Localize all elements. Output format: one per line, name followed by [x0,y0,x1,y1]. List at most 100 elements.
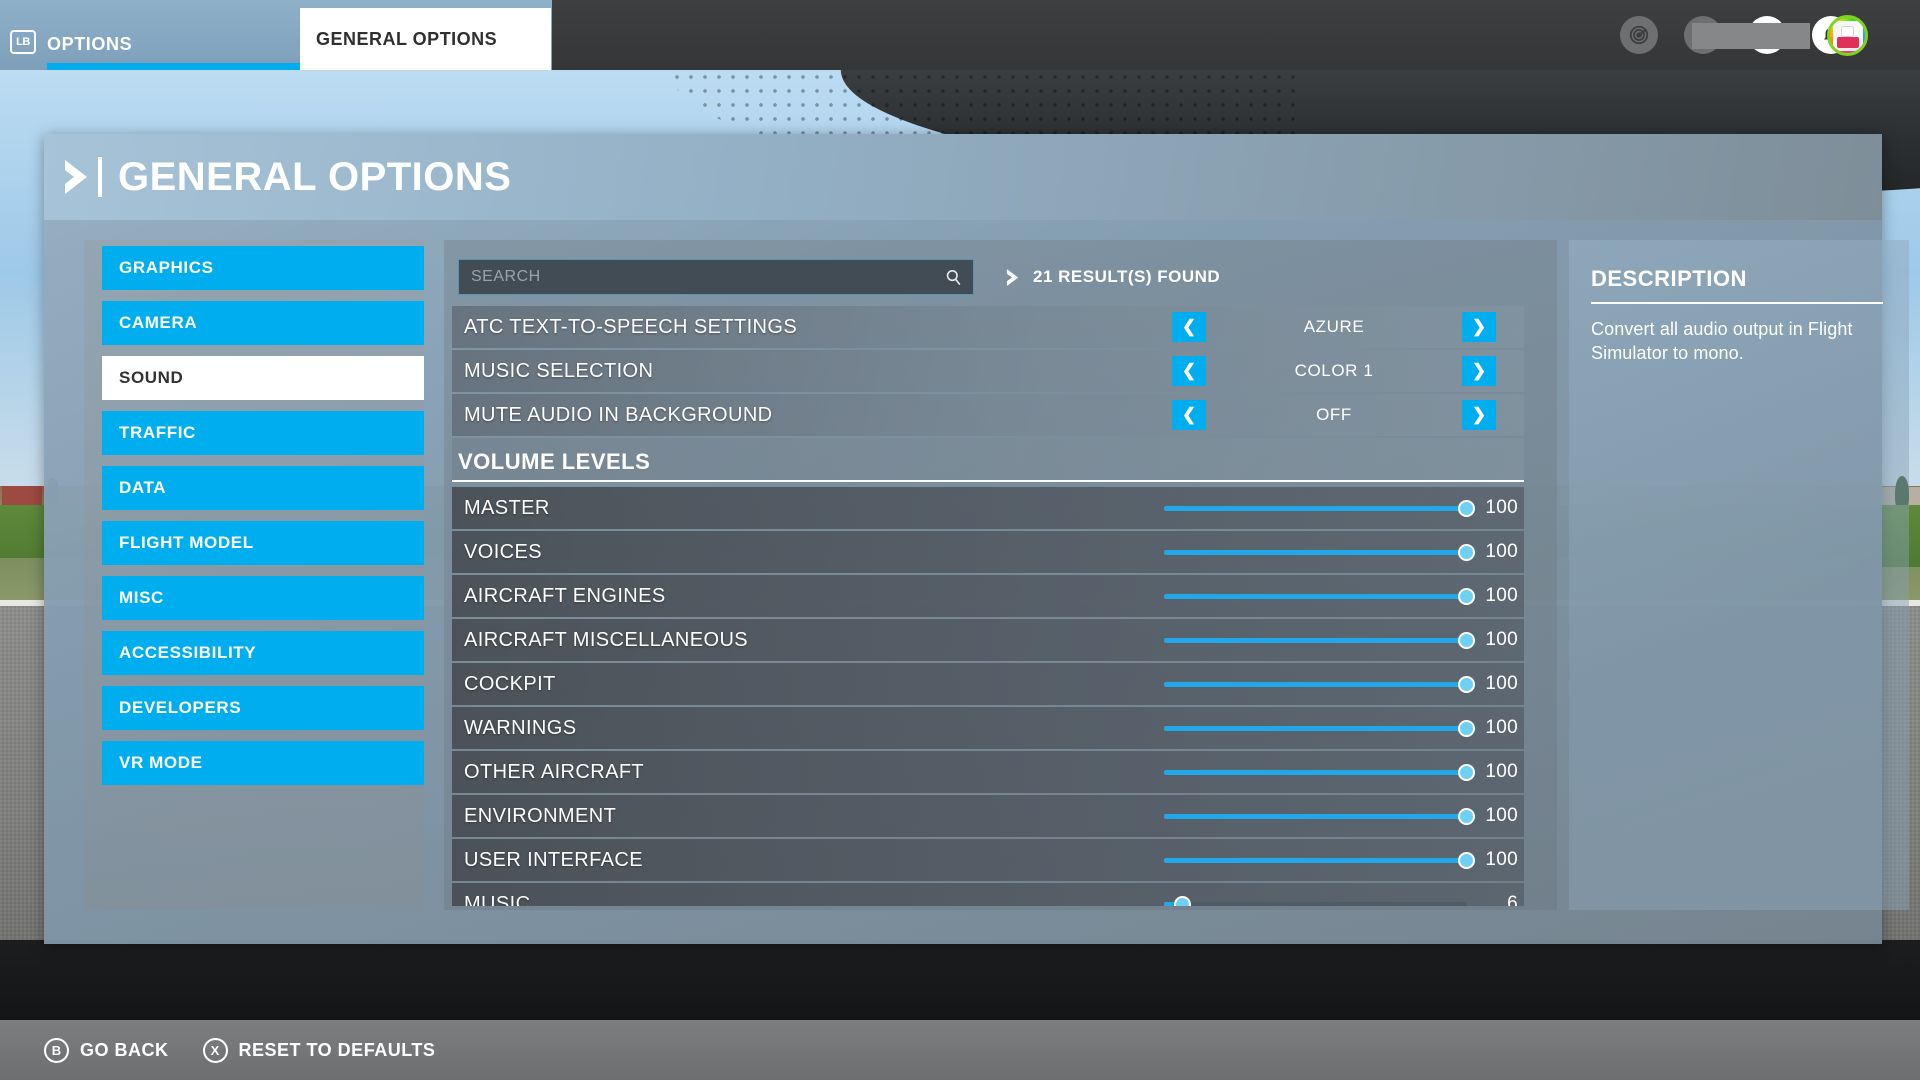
setting-row-warnings[interactable]: WARNINGS 100 [452,707,1524,749]
volume-slider[interactable]: 100 [1164,629,1524,651]
sidebar-item-graphics[interactable]: GRAPHICS [102,246,424,290]
setting-label: WARNINGS [464,716,577,739]
description-panel: DESCRIPTION Convert all audio output in … [1569,240,1909,910]
slider-track[interactable] [1164,587,1475,605]
sidebar-item-accessibility[interactable]: ACCESSIBILITY [102,631,424,675]
volume-slider[interactable]: 100 [1164,497,1524,519]
prev-option-button[interactable]: ❮ [1172,400,1206,430]
volume-slider[interactable]: 100 [1164,673,1524,695]
reset-to-defaults-button[interactable]: X RESET TO DEFAULTS [202,1037,436,1063]
setting-row-aircraft-miscellaneous[interactable]: AIRCRAFT MISCELLANEOUS 100 [452,619,1524,661]
slider-track[interactable] [1164,895,1466,906]
slider-track[interactable] [1164,543,1475,561]
settings-panel: 21 RESULT(S) FOUND ATC TEXT-TO-SPEECH SE… [444,240,1557,910]
sidebar-item-label: ACCESSIBILITY [119,643,257,662]
option-selector: ❮ COLOR 1 ❯ [1172,356,1496,386]
volume-slider[interactable]: 100 [1164,805,1524,827]
next-option-button[interactable]: ❯ [1462,400,1496,430]
slider-value: 100 [1485,849,1518,870]
setting-row-other-aircraft[interactable]: OTHER AIRCRAFT 100 [452,751,1524,793]
volume-slider[interactable]: 100 [1164,761,1524,783]
slider-track[interactable] [1164,807,1475,825]
sidebar-item-label: MISC [119,588,164,607]
tab-options[interactable]: OPTIONS [47,28,304,70]
slider-track[interactable] [1164,763,1475,781]
setting-row-voices[interactable]: VOICES 100 [452,531,1524,573]
sidebar-item-vr-mode[interactable]: VR MODE [102,741,424,785]
sidebar-item-developers[interactable]: DEVELOPERS [102,686,424,730]
page-title: GENERAL OPTIONS [118,154,512,199]
lb-bumper-icon[interactable]: LB [10,30,36,54]
avatar-head [1840,25,1854,37]
setting-label: ATC TEXT-TO-SPEECH SETTINGS [464,315,798,338]
volume-slider[interactable]: 100 [1164,541,1524,563]
avatar[interactable] [1827,15,1868,56]
slider-knob[interactable] [1458,851,1475,869]
sidebar-item-label: DEVELOPERS [119,698,242,717]
search-field-wrapper[interactable] [458,259,974,295]
slider-knob[interactable] [1458,719,1475,737]
search-input[interactable] [459,260,973,294]
slider-track[interactable] [1164,719,1475,737]
slider-knob[interactable] [1458,763,1475,781]
tab-general-options-label: GENERAL OPTIONS [316,28,498,49]
setting-row-user-interface[interactable]: USER INTERFACE 100 [452,839,1524,881]
selected-option-value: OFF [1316,405,1352,424]
slider-track[interactable] [1164,851,1475,869]
description-divider [1591,302,1883,304]
sidebar-item-label: TRAFFIC [119,423,196,442]
slider-knob[interactable] [1458,631,1475,649]
setting-row-aircraft-engines[interactable]: AIRCRAFT ENGINES 100 [452,575,1524,617]
slider-knob[interactable] [1458,543,1475,561]
tab-general-options[interactable]: GENERAL OPTIONS [300,8,551,70]
slider-value: 100 [1485,761,1518,782]
section-header-label: VOLUME LEVELS [458,449,651,474]
slider-knob[interactable] [1458,675,1475,693]
slider-track[interactable] [1164,499,1475,517]
sidebar-item-flight-model[interactable]: FLIGHT MODEL [102,521,424,565]
go-back-button[interactable]: B GO BACK [44,1037,169,1063]
setting-label: AIRCRAFT MISCELLANEOUS [464,628,749,651]
prev-option-button[interactable]: ❮ [1172,312,1206,342]
slider-value: 100 [1485,541,1518,562]
slider-value: 100 [1485,497,1518,518]
window-titlebar: GENERAL OPTIONS [44,134,1882,220]
slider-track[interactable] [1164,631,1475,649]
sidebar-item-camera[interactable]: CAMERA [102,301,424,345]
setting-row-atc-text-to-speech[interactable]: ATC TEXT-TO-SPEECH SETTINGS ❮ AZURE ❯ [452,306,1524,348]
next-option-button[interactable]: ❯ [1462,312,1496,342]
setting-row-environment[interactable]: ENVIRONMENT 100 [452,795,1524,837]
slider-fill [1164,725,1466,731]
results-count-label: 21 RESULT(S) FOUND [1033,267,1221,286]
slider-fill [1164,505,1466,511]
tab-options-underline [47,63,304,70]
next-option-button[interactable]: ❯ [1462,356,1496,386]
setting-label: COCKPIT [464,672,556,695]
chevron-right-icon [62,156,92,198]
volume-slider[interactable]: 100 [1164,717,1524,739]
slider-track[interactable] [1164,675,1475,693]
radar-icon[interactable] [1620,16,1658,54]
setting-row-cockpit[interactable]: COCKPIT 100 [452,663,1524,705]
prev-option-button[interactable]: ❮ [1172,356,1206,386]
setting-row-music-selection[interactable]: MUSIC SELECTION ❮ COLOR 1 ❯ [452,350,1524,392]
sidebar-item-traffic[interactable]: TRAFFIC [102,411,424,455]
sidebar-item-label: DATA [119,478,167,497]
slider-knob[interactable] [1174,895,1192,906]
sidebar-item-sound[interactable]: SOUND [102,356,424,400]
slider-knob[interactable] [1458,807,1475,825]
slider-knob[interactable] [1458,587,1475,605]
sidebar-item-data[interactable]: DATA [102,466,424,510]
slider-fill [1164,593,1466,599]
chevron-right-icon [1006,268,1019,286]
slider-knob[interactable] [1458,499,1475,517]
volume-slider[interactable]: 100 [1164,585,1524,607]
setting-row-music[interactable]: MUSIC 6 [452,883,1524,906]
slider-value: 6 [1507,893,1518,906]
sidebar-item-misc[interactable]: MISC [102,576,424,620]
volume-slider[interactable]: 100 [1164,849,1524,871]
setting-row-mute-audio-in-background[interactable]: MUTE AUDIO IN BACKGROUND ❮ OFF ❯ [452,394,1524,436]
setting-row-master[interactable]: MASTER 100 [452,487,1524,529]
button-b-icon: B [44,1037,69,1063]
volume-slider[interactable]: 6 [1164,893,1524,906]
